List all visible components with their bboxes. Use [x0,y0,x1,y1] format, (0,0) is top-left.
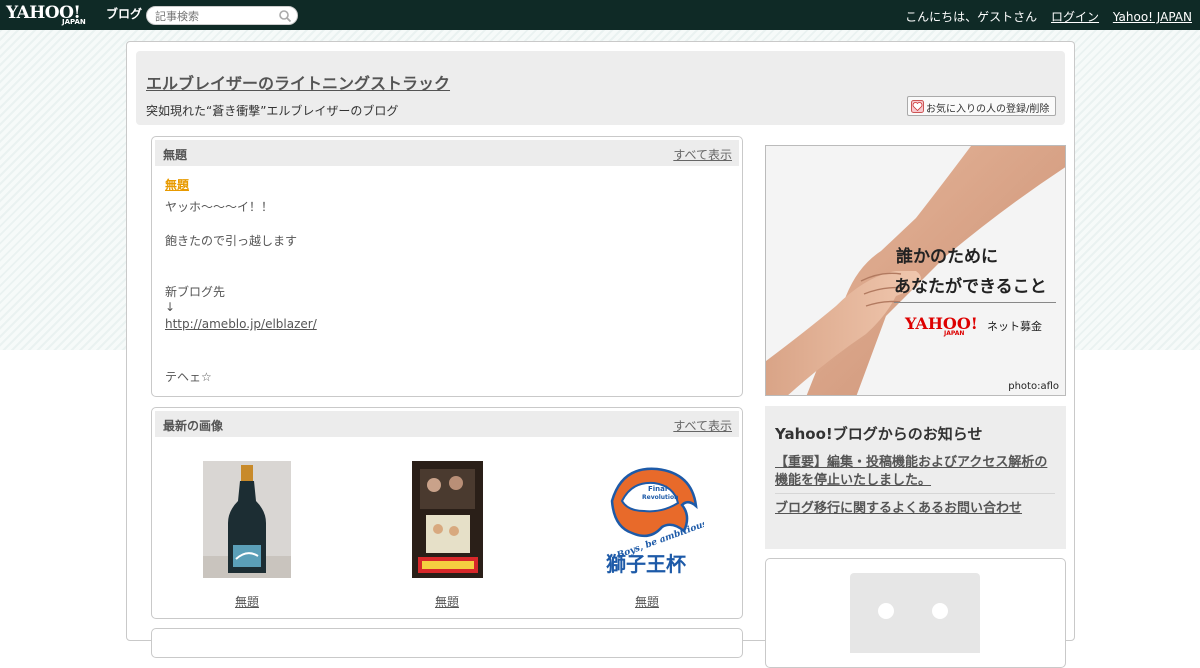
blog-title[interactable]: エルブレイザーのライトニングストラック [146,70,450,94]
show-all-link[interactable]: すべて表示 [673,146,732,163]
greeting: こんにちは、ゲストさん [905,10,1038,24]
yahoo-blog-logo[interactable]: YAHOO! JAPAN ブログ [6,2,146,28]
new-blog-link[interactable]: http://ameblo.jp/elblazer/ [165,317,317,331]
main-container: エルブレイザーのライトニングストラック 突如現れた“蒼き衝撃”エルブレイザーのブ… [126,41,1075,668]
ad-headline-1: 誰かのために [896,247,998,267]
post-line: ヤッホ～～～イ！！ [165,200,274,214]
logo-text-line: 獅子王杯 [606,552,686,576]
search-box [146,6,298,25]
logo-blog: ブログ [106,7,143,21]
panel-header: 無題 すべて表示 [155,140,739,166]
ad-yahoo-logo: YAHOO! [905,314,978,333]
blog-description: 突如現れた“蒼き衝撃”エルブレイザーのブログ [146,104,399,118]
profile-panel [765,558,1066,668]
blog-header: エルブレイザーのライトニングストラック 突如現れた“蒼き衝撃”エルブレイザーのブ… [136,51,1065,125]
notice-divider [775,493,1055,494]
show-all-link[interactable]: すべて表示 [673,417,732,434]
ad-yahoo-japan: JAPAN [944,330,965,337]
notice-link[interactable]: 【重要】編集・投稿機能およびアクセス解析の機能を停止いたしました。 [775,454,1057,490]
panel-title: 最新の画像 [163,419,224,433]
login-link[interactable]: ログイン [1051,10,1099,24]
avatar[interactable] [850,573,980,653]
logo-text-line: Revolution [642,494,678,501]
heart-icon [911,100,924,113]
ad-divider [894,302,1056,303]
logo-text-line: Final [648,485,667,493]
notice-title: Yahoo!ブログからのお知らせ [775,425,983,443]
panel-title: 無題 [163,148,188,162]
post-panel: 無題 すべて表示 無題 ヤッホ～～～イ！！ 飽きたので引っ越します 新ブログ先 … [151,136,743,397]
charity-ad-banner[interactable]: 誰かのために あなたができること YAHOO! JAPAN ネット募金 phot… [765,145,1066,396]
search-input[interactable] [155,8,279,24]
ad-service-name: ネット募金 [987,320,1042,333]
post-line: テヘェ☆ [165,370,212,384]
post-line: 新ブログ先 [165,285,226,299]
image-caption-link[interactable]: 無題 [207,593,287,610]
yahoo-japan-link[interactable]: Yahoo! JAPAN [1113,10,1192,24]
logo-japan: JAPAN [62,18,86,26]
post-title-link[interactable]: 無題 [165,176,189,193]
favorite-button-label: お気に入りの人の登録/削除 [926,104,1050,115]
favorite-button[interactable]: お気に入りの人の登録/削除 [907,96,1056,116]
image-caption-link[interactable]: 無題 [607,593,687,610]
image-caption-link[interactable]: 無題 [407,593,487,610]
search-icon[interactable] [278,9,292,23]
post-line: ↓ [165,300,176,314]
panel-header: 最新の画像 すべて表示 [155,411,739,437]
image-thumbnail-bottle[interactable] [203,461,291,578]
next-panel [151,628,743,658]
notice-box: Yahoo!ブログからのお知らせ 【重要】編集・投稿機能およびアクセス解析の機能… [765,406,1066,549]
top-bar: YAHOO! JAPAN ブログ こんにちは、ゲストさん ログイン Yahoo!… [0,0,1200,30]
notice-link[interactable]: ブログ移行に関するよくあるお問い合わせ [775,500,1057,518]
image-thumbnail-lion-logo[interactable]: Final Revolution Boys, be ambitious! 獅子王… [592,461,704,578]
handshake-photo [766,146,1065,395]
latest-images-panel: 最新の画像 すべて表示 無題 無題 Final Revolution Boys,… [151,407,743,619]
image-thumbnail-poster[interactable] [412,461,483,578]
post-line: 飽きたので引っ越します [165,234,298,248]
ad-photo-credit: photo:aflo [1008,381,1059,392]
avatar-eye [878,603,894,619]
user-nav: こんにちは、ゲストさん ログイン Yahoo! JAPAN [895,8,1192,25]
avatar-eye [932,603,948,619]
ad-headline-2: あなたができること [894,277,1047,297]
